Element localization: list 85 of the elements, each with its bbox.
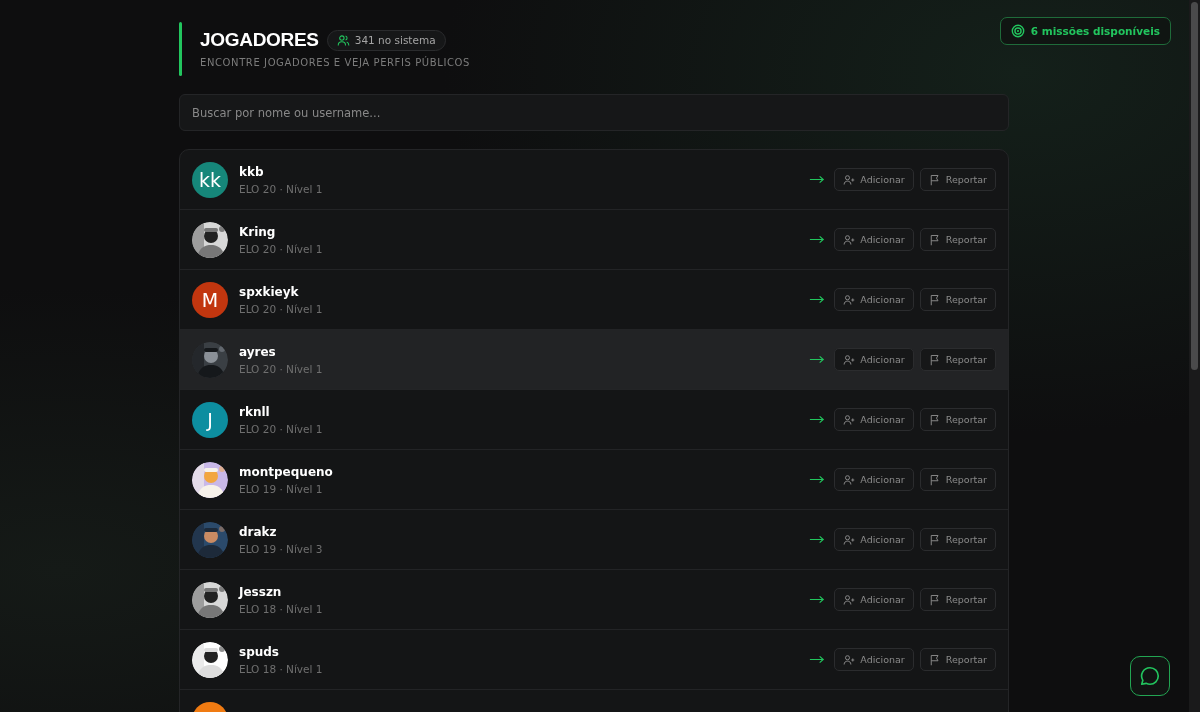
- player-row[interactable]: Jesszn ELO 18 · Nível 1 Adicionar Reportar: [180, 570, 1008, 630]
- player-row[interactable]: ayres ELO 20 · Nível 1 Adicionar Reportar: [180, 330, 1008, 390]
- user-plus-icon: [843, 353, 856, 366]
- user-plus-icon: [843, 533, 856, 546]
- scrollbar[interactable]: [1189, 0, 1200, 712]
- arrow-right-icon[interactable]: [809, 655, 826, 664]
- flag-icon: [928, 473, 941, 486]
- add-friend-button[interactable]: Adicionar: [834, 648, 914, 671]
- player-row[interactable]: kk kkb ELO 20 · Nível 1 Adicionar Reportar: [180, 150, 1008, 210]
- flag-icon: [928, 293, 941, 306]
- player-name[interactable]: rknll: [239, 404, 799, 419]
- avatar: J: [192, 401, 228, 438]
- arrow-right-icon[interactable]: [809, 355, 826, 364]
- avatar: M: [192, 281, 228, 318]
- flag-icon: [928, 653, 941, 666]
- add-friend-button[interactable]: Adicionar: [834, 528, 914, 551]
- target-icon: [1010, 24, 1025, 38]
- report-button[interactable]: Reportar: [919, 588, 996, 611]
- user-plus-icon: [843, 173, 856, 186]
- add-friend-button[interactable]: Adicionar: [834, 348, 914, 371]
- player-stats: ELO 20 · Nível 1: [239, 362, 324, 375]
- player-name[interactable]: kkb: [239, 164, 799, 179]
- player-name[interactable]: drakz: [239, 524, 799, 539]
- report-button[interactable]: Reportar: [919, 408, 996, 431]
- user-plus-icon: [843, 413, 856, 426]
- flag-icon: [928, 353, 941, 366]
- report-button[interactable]: Reportar: [919, 528, 996, 551]
- flag-icon: [928, 533, 941, 546]
- chat-bubble-icon: [1139, 665, 1161, 687]
- add-friend-button[interactable]: Adicionar: [834, 408, 914, 431]
- flag-icon: [928, 593, 941, 606]
- search-field[interactable]: Buscar por nome ou username...: [179, 94, 1009, 131]
- player-count: 341 no sistema: [354, 34, 436, 46]
- users-icon: [336, 33, 350, 47]
- player-name[interactable]: ayres: [239, 344, 799, 359]
- arrow-right-icon[interactable]: [809, 235, 826, 244]
- player-name[interactable]: spxkieyk: [239, 284, 799, 299]
- arrow-right-icon[interactable]: [809, 475, 826, 484]
- chat-button[interactable]: [1130, 656, 1170, 696]
- player-stats: ELO 18 · Nível 1: [239, 602, 324, 615]
- arrow-right-icon[interactable]: [809, 415, 826, 424]
- user-plus-icon: [843, 233, 856, 246]
- add-friend-button[interactable]: Adicionar: [834, 288, 914, 311]
- player-row[interactable]: J rknll ELO 20 · Nível 1 Adicionar Reportar: [180, 390, 1008, 450]
- player-row[interactable]: spuds ELO 18 · Nível 1 Adicionar Reportar: [180, 630, 1008, 690]
- player-row[interactable]: drakz ELO 19 · Nível 3 Adicionar Reportar: [180, 510, 1008, 570]
- report-button[interactable]: Reportar: [919, 288, 996, 311]
- report-button[interactable]: Reportar: [919, 228, 996, 251]
- add-friend-button[interactable]: Adicionar: [834, 588, 914, 611]
- arrow-right-icon[interactable]: [809, 595, 826, 604]
- user-plus-icon: [843, 593, 856, 606]
- flag-icon: [928, 233, 941, 246]
- player-stats: ELO 20 · Nível 1: [239, 422, 324, 435]
- add-friend-button[interactable]: Adicionar: [834, 228, 914, 251]
- user-plus-icon: [843, 473, 856, 486]
- player-stats: ELO 19 · Nível 3: [239, 542, 324, 555]
- arrow-right-icon[interactable]: [809, 295, 826, 304]
- report-button[interactable]: Reportar: [919, 168, 996, 191]
- player-stats: ELO 19 · Nível 1: [239, 482, 324, 495]
- player-name[interactable]: Jesszn: [239, 584, 799, 599]
- player-stats: ELO 18 · Nível 1: [239, 662, 324, 675]
- add-friend-button[interactable]: Adicionar: [834, 468, 914, 491]
- player-row[interactable]: montpequeno ELO 19 · Nível 1 Adicionar Reportar: [180, 450, 1008, 510]
- player-name[interactable]: spuds: [239, 644, 799, 659]
- report-button[interactable]: Reportar: [919, 468, 996, 491]
- scrollbar-thumb[interactable]: [1191, 2, 1198, 370]
- player-name[interactable]: montpequeno: [239, 464, 799, 479]
- page-title: JOGADORES: [200, 29, 319, 51]
- flag-icon: [928, 413, 941, 426]
- user-plus-icon: [843, 293, 856, 306]
- add-friend-button[interactable]: Adicionar: [834, 168, 914, 191]
- player-stats: ELO 20 · Nível 1: [239, 302, 324, 315]
- player-name[interactable]: Kring: [239, 224, 799, 239]
- avatar: kk: [192, 161, 228, 198]
- arrow-right-icon[interactable]: [809, 175, 826, 184]
- arrow-right-icon[interactable]: [809, 535, 826, 544]
- report-button[interactable]: Reportar: [919, 348, 996, 371]
- player-row[interactable]: Kring ELO 20 · Nível 1 Adicionar Reportar: [180, 210, 1008, 270]
- player-stats: ELO 20 · Nível 1: [239, 182, 324, 195]
- flag-icon: [928, 173, 941, 186]
- report-button[interactable]: Reportar: [919, 648, 996, 671]
- page-subtitle: ENCONTRE JOGADORES E VEJA PERFIS PÚBLICOS: [200, 57, 470, 68]
- player-stats: ELO 20 · Nível 1: [239, 242, 324, 255]
- user-plus-icon: [843, 653, 856, 666]
- missions-button[interactable]: 6 missões disponíveis: [999, 17, 1171, 45]
